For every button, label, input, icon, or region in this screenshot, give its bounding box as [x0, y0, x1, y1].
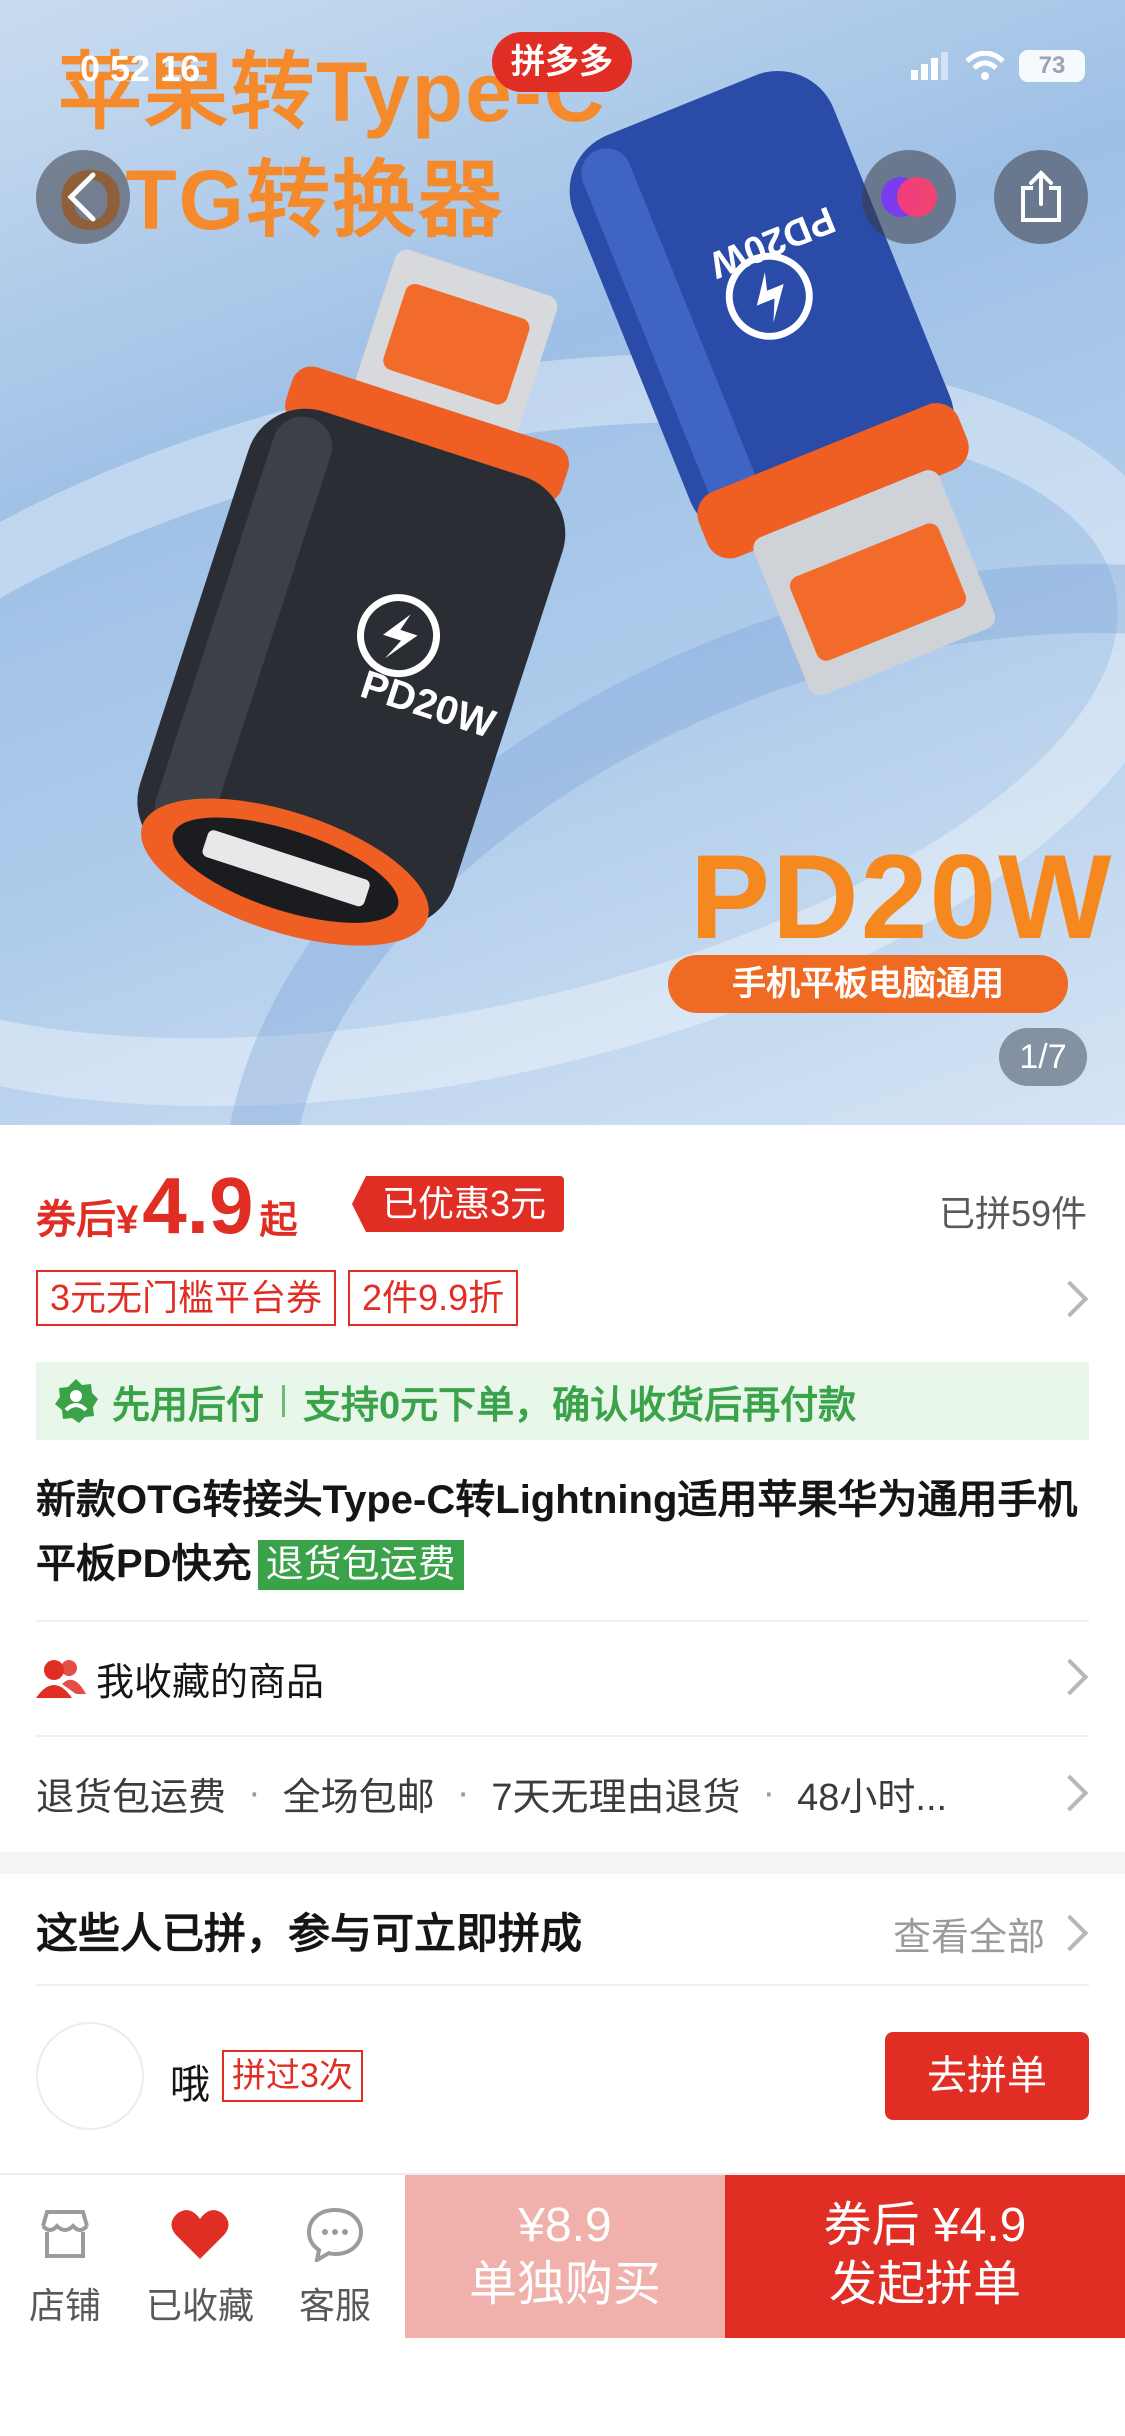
service-guarantees-row[interactable]: 退货包运费 · 全场包邮 · 7天无理由退货 · 48小时... [36, 1765, 1089, 1821]
signal-icon [911, 52, 948, 80]
heart-icon [171, 2210, 229, 2259]
back-button[interactable] [36, 150, 130, 244]
return-shipping-tag: 退货包运费 [257, 1540, 464, 1590]
store-tab[interactable]: 店铺 [0, 2203, 130, 2329]
my-favorites-row[interactable]: 我收藏的商品 [36, 1650, 1089, 1706]
service-tab[interactable]: 客服 [270, 2203, 400, 2329]
solo-price: ¥8.9 [518, 2199, 612, 2252]
share-button[interactable] [994, 150, 1088, 244]
service-item: 7天无理由退货 [491, 1776, 741, 1819]
status-time: 0 52 16 [80, 48, 201, 89]
coupon-badge[interactable]: 3元无门槛平台券 [36, 1270, 337, 1326]
separator-dot: · [762, 1771, 776, 1814]
service-item: 全场包邮 [282, 1776, 435, 1819]
chevron-left-icon [67, 172, 96, 222]
battery-icon: 73 [1019, 50, 1085, 82]
status-icons: 73 [911, 50, 1085, 82]
group-price: 券后 ¥4.9 [823, 2199, 1027, 2252]
start-group-button[interactable]: 券后 ¥4.9 发起拼单 [725, 2175, 1125, 2338]
divider [36, 1984, 1089, 1986]
sold-count: 已拼59件 [938, 1193, 1087, 1234]
separator-dot: · [248, 1771, 261, 1814]
price-value: 4.9 [142, 1161, 254, 1250]
image-counter: 1/7 [999, 1028, 1087, 1086]
member-badge: 拼过3次 [222, 2050, 363, 2102]
store-label: 店铺 [28, 2285, 101, 2326]
favorite-tab[interactable]: 已收藏 [135, 2203, 265, 2329]
pay-later-banner[interactable]: 先用后付 支持0元下单，确认收货后再付款 [36, 1362, 1089, 1440]
chat-icon [306, 2207, 364, 2262]
service-label: 客服 [298, 2285, 371, 2326]
product-image-carousel[interactable]: PD20W PD20W 苹果转Type-C OTG转换器 PD20W 手机平板电… [0, 0, 1125, 1125]
separator [282, 1385, 286, 1417]
divider [36, 1735, 1089, 1737]
chevron-right-icon[interactable] [1051, 1914, 1089, 1952]
product-title: 新款OTG转接头Type-C转Lightning适用苹果华为通用手机平板PD快充… [36, 1468, 1096, 1596]
avatar [36, 2022, 144, 2130]
hero-usage-pill: 手机平板电脑通用 [668, 955, 1068, 1013]
group-label: 发起拼单 [828, 2258, 1021, 2311]
assistant-button[interactable] [862, 150, 956, 244]
wifi-icon [965, 51, 1005, 80]
service-item: 退货包运费 [36, 1776, 227, 1819]
store-icon [41, 2210, 89, 2258]
section-gap [0, 1852, 1125, 1874]
price-prefix: 券后 [36, 1198, 116, 1242]
pay-later-icon [55, 1379, 98, 1423]
price-currency: ¥ [116, 1198, 139, 1242]
favorites-label: 我收藏的商品 [96, 1661, 325, 1704]
pay-later-label: 先用后付 [112, 1384, 265, 1427]
users-icon [36, 1660, 86, 1698]
join-group-button[interactable]: 去拼单 [885, 2032, 1089, 2120]
solo-label: 单独购买 [468, 2258, 661, 2311]
buy-alone-button[interactable]: ¥8.9 单独购买 [405, 2175, 725, 2338]
service-item: 48小时... [797, 1776, 948, 1819]
share-icon [1021, 170, 1061, 222]
separator-dot: · [456, 1771, 470, 1814]
assistant-icon [881, 177, 937, 217]
chevron-right-icon[interactable] [1051, 1280, 1089, 1318]
pay-later-desc: 支持0元下单，确认收货后再付款 [303, 1384, 857, 1427]
favorited-label: 已收藏 [145, 2285, 254, 2326]
member-name: 哦 [170, 2063, 210, 2107]
hero-pd-label: PD20W [690, 830, 1114, 964]
discount-tag: 已优惠3元 [352, 1176, 565, 1232]
divider [36, 1620, 1089, 1622]
group-heading: 这些人已拼，参与可立即拼成 [36, 1910, 583, 1957]
app-badge: 拼多多 [492, 32, 632, 92]
price-suffix: 起 [259, 1200, 298, 1242]
view-all-link[interactable]: 查看全部 [893, 1906, 1045, 1961]
bottom-action-bar: 店铺 已收藏 客服 ¥8.9 单独购买 券后 ¥4.9 发起拼单 [0, 2173, 1125, 2338]
coupon-badge[interactable]: 2件9.9折 [348, 1270, 519, 1326]
price-block: 券后 ¥ 4.9 起 [36, 1160, 297, 1252]
coupon-row[interactable]: 3元无门槛平台券 2件9.9折 [36, 1270, 519, 1326]
